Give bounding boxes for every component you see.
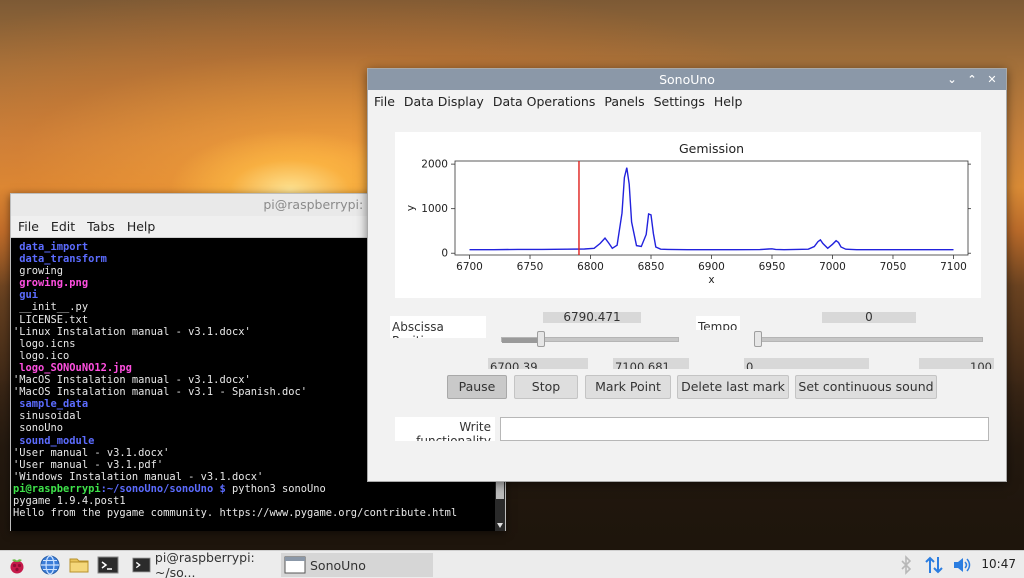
y-axis-label: y [405, 205, 417, 211]
x-tick-label: 6950 [759, 261, 786, 273]
volume-icon[interactable] [951, 553, 973, 577]
prompt-path: :~/sonoUno/sonoUno $ [100, 482, 226, 495]
folder-icon[interactable] [68, 553, 90, 577]
menu-data-display[interactable]: Data Display [404, 94, 484, 109]
plot-panel[interactable]: Gemission 6700 6750 6800 6850 6900 6950 7000 705… [395, 132, 981, 298]
menu-help[interactable]: Help [714, 94, 743, 109]
prompt-user: pi@raspberrypi [13, 482, 101, 495]
globe-icon[interactable] [39, 553, 61, 577]
terminal-menu-edit[interactable]: Edit [51, 219, 75, 234]
clock: 10:47 [981, 557, 1016, 571]
stop-button[interactable]: Stop [514, 375, 578, 399]
taskbar-sonouno-label: SonoUno [310, 557, 366, 573]
abscissa-min: 6700.39 [488, 358, 588, 369]
set-continuous-sound-button[interactable]: Set continuous sound [795, 375, 937, 399]
maximize-icon[interactable]: ⌃ [962, 69, 982, 90]
x-tick-label: 7000 [819, 261, 846, 273]
tempo-value: 0 [822, 311, 916, 323]
abscissa-slider-fill [502, 338, 542, 343]
menu-file[interactable]: File [374, 94, 395, 109]
scroll-down-icon[interactable] [497, 523, 503, 528]
terminal-menu-tabs[interactable]: Tabs [87, 219, 115, 234]
terminal-menu-file[interactable]: File [18, 219, 39, 234]
taskbar-terminal-label: pi@raspberrypi: ~/so... [154, 550, 255, 578]
x-tick-label: 6900 [698, 261, 725, 273]
write-functionality-label: Write functionality [395, 417, 495, 441]
network-icon[interactable] [923, 553, 945, 577]
emission-chart[interactable]: Gemission 6700 6750 6800 6850 6900 6950 7000 705… [395, 132, 981, 298]
sonouno-title: SonoUno [659, 72, 715, 87]
tempo-slider-thumb[interactable] [754, 331, 762, 347]
sonouno-titlebar[interactable]: SonoUno ⌄ ⌃ ✕ [368, 69, 1006, 90]
taskbar-sonouno-task[interactable]: SonoUno [281, 553, 433, 577]
abscissa-max: 7100.681 [613, 358, 689, 369]
minimize-icon[interactable]: ⌄ [942, 69, 962, 90]
tempo-label: Tempo [696, 316, 740, 330]
x-tick-label: 6750 [517, 261, 544, 273]
tempo-max: 100 [919, 358, 994, 369]
sonouno-window[interactable]: SonoUno ⌄ ⌃ ✕ File Data Display Data Ope… [367, 68, 1007, 482]
menu-data-operations[interactable]: Data Operations [493, 94, 596, 109]
menu-panels[interactable]: Panels [604, 94, 644, 109]
x-tick-label: 6850 [638, 261, 665, 273]
terminal-scrollbar-thumb[interactable] [496, 479, 504, 499]
bluetooth-icon[interactable] [895, 553, 917, 577]
terminal-prompt-line: pi@raspberrypi:~/sonoUno/sonoUno $ pytho… [13, 483, 497, 495]
terminal-icon[interactable] [97, 553, 119, 577]
y-tick-label: 1000 [421, 203, 448, 215]
x-tick-label: 6700 [456, 261, 483, 273]
terminal-menu-help[interactable]: Help [127, 219, 156, 234]
mark-point-button[interactable]: Mark Point [585, 375, 671, 399]
x-tick-label: 6800 [577, 261, 604, 273]
pause-button[interactable]: Pause [447, 375, 507, 399]
delete-last-mark-button[interactable]: Delete last mark [677, 375, 789, 399]
window-controls: ⌄ ⌃ ✕ [942, 69, 1002, 90]
chart-title: Gemission [679, 141, 744, 156]
terminal-output-line: pygame 1.9.4.post1 [13, 494, 126, 507]
y-tick-label: 0 [441, 248, 448, 260]
prompt-command: python3 sonoUno [225, 482, 326, 495]
raspberry-menu-icon[interactable] [6, 553, 28, 577]
terminal-output-line: Hello from the pygame community. https:/… [13, 507, 458, 520]
tempo-slider[interactable] [755, 337, 983, 342]
sonouno-menubar: File Data Display Data Operations Panels… [368, 90, 1006, 112]
write-functionality-input[interactable] [500, 417, 989, 441]
plot-frame [454, 160, 969, 256]
x-tick-label: 7050 [880, 261, 907, 273]
terminal-task-icon [132, 557, 151, 573]
tempo-min: 0 [744, 358, 869, 369]
close-icon[interactable]: ✕ [982, 69, 1002, 90]
taskbar-terminal-task[interactable]: pi@raspberrypi: ~/so... [129, 550, 279, 578]
abscissa-slider-thumb[interactable] [537, 331, 546, 347]
abscissa-label: Abscissa Position [390, 316, 486, 338]
x-axis-label: x [708, 274, 714, 286]
window-task-icon [284, 556, 306, 574]
abscissa-value: 6790.471 [543, 311, 641, 323]
x-tick-label: 7100 [940, 261, 967, 273]
y-tick-label: 2000 [421, 159, 448, 171]
menu-settings[interactable]: Settings [654, 94, 705, 109]
taskbar: pi@raspberrypi: ~/so... SonoUno 10:47 [0, 550, 1024, 578]
